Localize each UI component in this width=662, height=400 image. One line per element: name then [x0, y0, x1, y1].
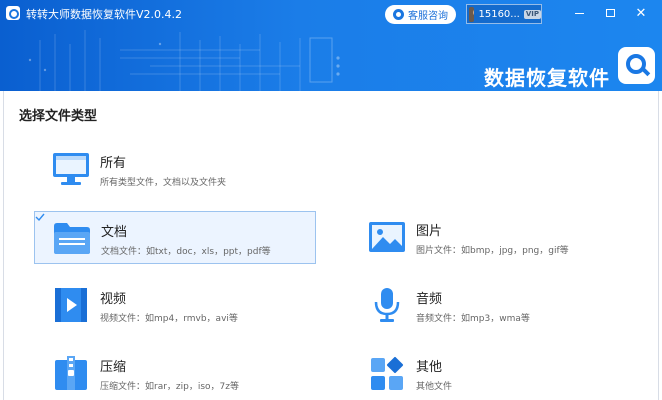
file-type-name: 文档 [101, 225, 128, 240]
vip-badge: VIP [523, 9, 541, 19]
minimize-button[interactable] [565, 0, 593, 26]
title-bar: 转转大师数据恢复软件V2.0.4.2 客服咨询 15160... VIP ✕ [0, 0, 662, 28]
file-type-name: 所有 [100, 156, 127, 171]
video-icon [55, 288, 87, 322]
brand-name: 数据恢复软件 [484, 66, 610, 90]
user-phone: 15160... [478, 8, 520, 20]
other-icon [371, 356, 404, 390]
file-type-image[interactable]: 图片 图片文件：如bmp，jpg，png，gif等 [350, 211, 632, 264]
file-type-name: 音频 [416, 292, 443, 307]
file-type-desc: 所有类型文件，文档以及文件夹 [100, 178, 227, 188]
folder-icon [54, 223, 90, 254]
file-type-name: 压缩 [100, 360, 127, 375]
file-type-desc: 视频文件：如mp4，rmvb，avi等 [100, 314, 238, 324]
maximize-button[interactable] [596, 0, 624, 26]
customer-service-button[interactable]: 客服咨询 [385, 5, 456, 24]
app-logo-icon [6, 6, 20, 20]
user-account[interactable]: 15160... VIP [466, 4, 542, 24]
window-title: 转转大师数据恢复软件V2.0.4.2 [26, 8, 183, 21]
file-type-name: 其他 [416, 360, 443, 375]
headset-icon [393, 9, 404, 20]
check-icon [35, 213, 45, 222]
file-type-desc: 文档文件：如txt，doc，xls，ppt，pdf等 [101, 247, 271, 257]
file-type-desc: 图片文件：如bmp，jpg，png，gif等 [416, 246, 569, 256]
minimize-icon [574, 12, 584, 14]
microphone-icon [374, 288, 400, 322]
section-title: 选择文件类型 [19, 109, 98, 124]
file-type-video[interactable]: 视频 视频文件：如mp4，rmvb，avi等 [34, 279, 316, 332]
maximize-icon [605, 9, 615, 17]
close-icon: ✕ [635, 5, 647, 21]
file-type-desc: 其他文件 [416, 382, 453, 392]
file-type-audio[interactable]: 音频 音频文件：如mp3，wma等 [350, 279, 632, 332]
file-type-desc: 音频文件：如mp3，wma等 [416, 314, 530, 324]
avatar [469, 6, 475, 22]
close-button[interactable]: ✕ [627, 0, 655, 26]
file-type-name: 图片 [416, 224, 443, 239]
file-type-document[interactable]: 文档 文档文件：如txt，doc，xls，ppt，pdf等 [34, 211, 316, 264]
file-type-desc: 压缩文件：如rar，zip，iso，7z等 [100, 382, 239, 392]
brand-logo-icon [618, 47, 655, 84]
file-type-name: 视频 [100, 292, 127, 307]
image-icon [369, 222, 405, 252]
file-type-all[interactable]: 所有 所有类型文件，文档以及文件夹 [34, 143, 354, 196]
file-type-other[interactable]: 其他 其他文件 [350, 347, 632, 400]
customer-service-label: 客服咨询 [408, 11, 448, 22]
app-header: 转转大师数据恢复软件V2.0.4.2 客服咨询 15160... VIP ✕ 数… [0, 0, 662, 91]
archive-icon [55, 356, 87, 390]
main-content: 选择文件类型 所有 所有类型文件，文档以及文件夹 文档 文档文件：如txt，do… [3, 91, 659, 400]
file-type-archive[interactable]: 压缩 压缩文件：如rar，zip，iso，7z等 [34, 347, 316, 400]
monitor-icon [53, 153, 89, 185]
